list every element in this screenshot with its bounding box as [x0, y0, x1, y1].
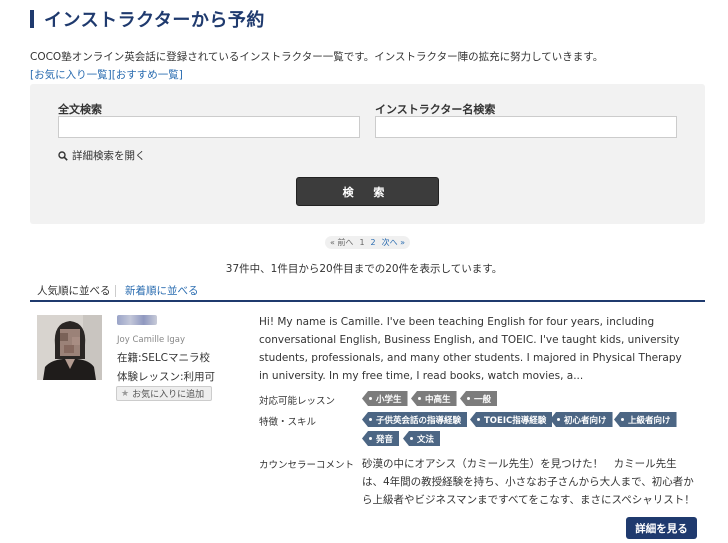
sort-bar: 人気順に並べる 新着順に並べる — [30, 282, 705, 302]
result-count: 37件中、1件目から20件目までの20件を表示しています。 — [225, 263, 503, 275]
star-icon: ★ — [121, 388, 130, 399]
title-accent-bar — [30, 10, 34, 28]
skill-tag[interactable]: 発音 — [362, 431, 400, 446]
instructor-bio: Hi! My name is Camille. I've been teachi… — [259, 316, 682, 382]
fulltext-search-input[interactable] — [58, 116, 360, 138]
search-icon — [58, 150, 68, 161]
pager-page-1: 1 — [359, 238, 365, 247]
page-heading: インストラクターから予約 — [44, 10, 265, 31]
skill-tag[interactable]: 上級者向け — [614, 412, 677, 427]
advanced-search-toggle[interactable]: 詳細検索を開く — [58, 148, 146, 163]
page-title: インストラクターから予約 — [30, 8, 265, 31]
lesson-tag[interactable]: 中高生 — [411, 391, 457, 406]
skill-tag[interactable]: 子供英会話の指導経験 — [362, 412, 468, 427]
instructor-location: 在籍:SELCマニラ校 — [117, 352, 211, 364]
skill-tag[interactable]: 文法 — [403, 431, 441, 446]
pagination: « 前へ 1 2 次へ » — [325, 236, 411, 249]
counselor-comment: 砂漠の中にオアシス（カミール先生）を見つけた！ カミール先生は、4年間の教授経験… — [362, 458, 695, 506]
skill-tag[interactable]: TOEIC指導経験 — [470, 412, 553, 427]
skill-tag[interactable]: 初心者向け — [550, 412, 613, 427]
skills-label: 特徴・スキル — [259, 417, 317, 428]
pager-next[interactable]: 次へ » — [382, 237, 405, 248]
pager-page-2[interactable]: 2 — [371, 238, 376, 247]
search-panel: 全文検索 インストラクター名検索 詳細検索を開く 検 索 — [30, 84, 705, 224]
instructor-name-blurred[interactable] — [117, 315, 157, 325]
fulltext-label: 全文検索 — [58, 103, 102, 116]
lesson-tag[interactable]: 一般 — [460, 391, 498, 406]
sort-newest[interactable]: 新着順に並べる — [125, 283, 199, 298]
add-favorite-button[interactable]: ★ お気に入りに追加 — [116, 386, 212, 401]
lessons-label: 対応可能レッスン — [259, 396, 336, 407]
instructor-romanized-name: Joy Camille Igay — [117, 335, 186, 345]
sort-popular[interactable]: 人気順に並べる — [37, 283, 111, 298]
favorites-list-link[interactable]: [お気に入り一覧] — [30, 69, 112, 81]
instructor-name-label: インストラクター名検索 — [375, 103, 496, 116]
advanced-search-label: 詳細検索を開く — [72, 150, 146, 162]
counselor-comment-label: カウンセラーコメント — [259, 460, 355, 471]
instructor-photo[interactable] — [37, 315, 102, 380]
instructor-name-input[interactable] — [375, 116, 677, 138]
pager-prev: « 前へ — [330, 238, 354, 247]
add-favorite-label: お気に入りに追加 — [132, 390, 205, 400]
view-details-button[interactable]: 詳細を見る — [626, 517, 697, 539]
avatar — [37, 315, 102, 380]
sort-divider — [115, 285, 116, 297]
search-button[interactable]: 検 索 — [296, 177, 439, 206]
lesson-tag[interactable]: 小学生 — [362, 391, 408, 406]
recommended-list-link[interactable]: [おすすめ一覧] — [112, 69, 183, 81]
trial-availability: 体験レッスン:利用可 — [117, 371, 216, 383]
intro-text: COCO塾オンライン英会話に登録されているインストラクター一覧です。インストラク… — [30, 51, 604, 63]
list-links: [お気に入り一覧][おすすめ一覧] — [30, 67, 183, 82]
